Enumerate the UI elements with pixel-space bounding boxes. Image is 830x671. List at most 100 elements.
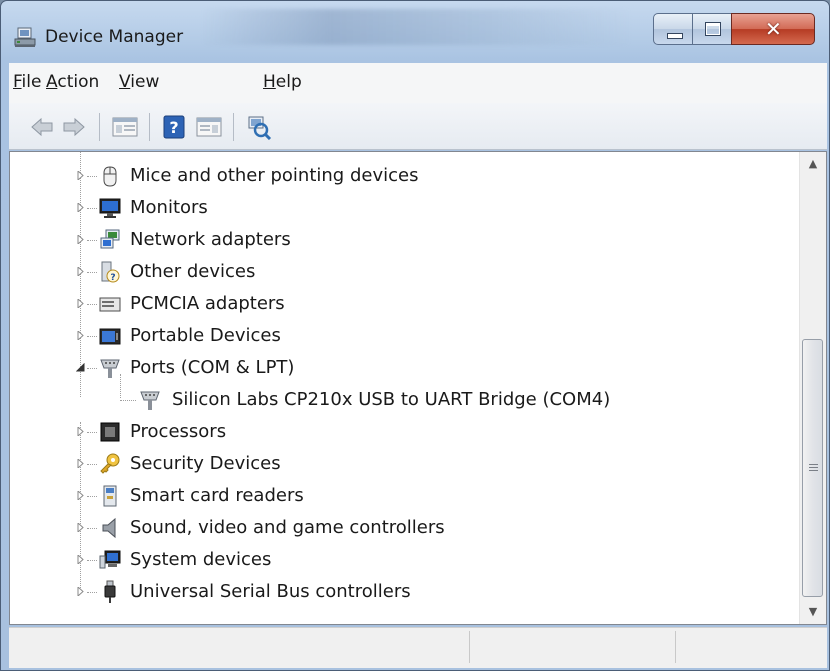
tree-item-label: Mice and other pointing devices bbox=[130, 165, 419, 186]
tree-item-usb-controllers[interactable]: Universal Serial Bus controllers bbox=[10, 577, 790, 607]
security-key-icon bbox=[100, 453, 120, 474]
portable-device-icon bbox=[99, 328, 121, 345]
speaker-icon bbox=[102, 517, 116, 539]
tree-connector bbox=[87, 208, 97, 210]
collapsed-arrow-icon[interactable] bbox=[76, 235, 85, 244]
device-manager-window: Device Manager ✕ File Action View Help ?… bbox=[0, 0, 830, 671]
title-bar[interactable]: Device Manager ✕ bbox=[1, 1, 829, 61]
close-icon: ✕ bbox=[765, 17, 782, 41]
tree-connector bbox=[87, 336, 97, 338]
expanded-arrow-icon[interactable] bbox=[76, 363, 85, 372]
tree-item-pcmcia-adapters[interactable]: PCMCIA adapters bbox=[10, 289, 790, 319]
collapsed-arrow-icon[interactable] bbox=[76, 523, 85, 532]
tree-item-label: Other devices bbox=[130, 261, 256, 282]
tree-connector bbox=[87, 464, 97, 466]
close-button[interactable]: ✕ bbox=[731, 13, 815, 45]
scroll-up-arrow-icon[interactable]: ▲ bbox=[800, 152, 826, 176]
svg-text:?: ? bbox=[169, 118, 178, 137]
collapsed-arrow-icon[interactable] bbox=[76, 299, 85, 308]
processor-icon bbox=[100, 422, 120, 442]
title-bar-glass bbox=[201, 9, 631, 45]
tree-item-portable-devices[interactable]: Portable Devices bbox=[10, 321, 790, 351]
menu-help[interactable]: Help bbox=[263, 72, 302, 92]
tree-item-label: Ports (COM & LPT) bbox=[130, 357, 295, 378]
tree-connector bbox=[87, 432, 97, 434]
tree-connector bbox=[87, 528, 97, 530]
collapsed-arrow-icon[interactable] bbox=[76, 555, 85, 564]
toolbar-separator bbox=[233, 113, 234, 141]
help-icon[interactable]: ? bbox=[161, 114, 187, 140]
properties-pane-icon[interactable] bbox=[195, 114, 223, 140]
show-hide-console-tree-icon[interactable] bbox=[111, 114, 139, 140]
device-tree-pane: Mice and other pointing devices Monitors… bbox=[9, 151, 827, 625]
collapsed-arrow-icon[interactable] bbox=[76, 331, 85, 340]
pcmcia-icon bbox=[99, 297, 121, 312]
maximize-icon bbox=[705, 22, 721, 36]
svg-text:?: ? bbox=[110, 273, 115, 283]
tree-item-monitors[interactable]: Monitors bbox=[10, 193, 790, 223]
collapsed-arrow-icon[interactable] bbox=[76, 267, 85, 276]
tree-connector bbox=[87, 368, 97, 370]
tree-item-label: Network adapters bbox=[130, 229, 291, 250]
status-pane bbox=[469, 631, 676, 663]
tree-item-label: Portable Devices bbox=[130, 325, 281, 346]
tree-item-processors[interactable]: Processors bbox=[10, 417, 790, 447]
menu-help-accel: H bbox=[263, 72, 276, 92]
collapsed-arrow-icon[interactable] bbox=[76, 587, 85, 596]
toolbar-separator bbox=[149, 113, 150, 141]
menu-view-accel: V bbox=[119, 72, 131, 92]
menu-help-label: elp bbox=[275, 72, 302, 92]
menu-file-accel: F bbox=[13, 72, 22, 92]
vertical-scrollbar[interactable]: ▲ ▼ bbox=[799, 152, 826, 624]
tree-connector bbox=[87, 176, 97, 178]
menu-action[interactable]: Action bbox=[46, 72, 99, 92]
menu-bar: File Action View Help bbox=[9, 63, 827, 103]
collapsed-arrow-icon[interactable] bbox=[76, 203, 85, 212]
tree-item-label: System devices bbox=[130, 549, 272, 570]
minimize-icon bbox=[667, 33, 683, 39]
tree-item-label: Universal Serial Bus controllers bbox=[130, 581, 411, 602]
minimize-button[interactable] bbox=[653, 13, 693, 45]
tree-item-label: Silicon Labs CP210x USB to UART Bridge (… bbox=[172, 389, 611, 410]
monitor-icon bbox=[99, 198, 121, 218]
window-title: Device Manager bbox=[45, 27, 184, 47]
scan-hardware-changes-icon[interactable] bbox=[245, 114, 273, 140]
tree-item-system-devices[interactable]: System devices bbox=[10, 545, 790, 575]
tree-item-ports[interactable]: Ports (COM & LPT) bbox=[10, 353, 790, 383]
maximize-button[interactable] bbox=[692, 13, 732, 45]
usb-icon bbox=[104, 580, 116, 603]
menu-view[interactable]: View bbox=[119, 72, 159, 92]
back-arrow-icon[interactable] bbox=[29, 114, 55, 140]
collapsed-arrow-icon[interactable] bbox=[76, 491, 85, 500]
menu-file[interactable]: File bbox=[13, 72, 41, 92]
tree-connector bbox=[87, 240, 97, 242]
toolbar-separator bbox=[99, 113, 100, 141]
scroll-down-arrow-icon[interactable]: ▼ bbox=[800, 600, 826, 624]
forward-arrow-icon[interactable] bbox=[61, 114, 87, 140]
system-device-icon bbox=[99, 550, 121, 569]
tree-connector bbox=[87, 560, 97, 562]
mouse-icon bbox=[103, 166, 117, 187]
tree-item-network-adapters[interactable]: Network adapters bbox=[10, 225, 790, 255]
menu-file-label: ile bbox=[21, 72, 42, 92]
tree-connector bbox=[87, 592, 97, 594]
tree-item-silicon-labs-cp210x[interactable]: Silicon Labs CP210x USB to UART Bridge (… bbox=[10, 385, 790, 415]
collapsed-arrow-icon[interactable] bbox=[76, 171, 85, 180]
device-manager-app-icon bbox=[14, 27, 36, 47]
menu-action-label: ction bbox=[57, 72, 100, 92]
tree-item-label: Processors bbox=[130, 421, 227, 442]
toolbar: ? bbox=[9, 103, 827, 150]
tree-item-sound-video-game[interactable]: Sound, video and game controllers bbox=[10, 513, 790, 543]
tree-item-security-devices[interactable]: Security Devices bbox=[10, 449, 790, 479]
tree-item-label: Monitors bbox=[130, 197, 208, 218]
scrollbar-thumb[interactable] bbox=[802, 339, 823, 597]
tree-item-smart-card-readers[interactable]: Smart card readers bbox=[10, 481, 790, 511]
tree-item-other-devices[interactable]: ? Other devices bbox=[10, 257, 790, 287]
smart-card-reader-icon bbox=[103, 485, 117, 507]
status-pane bbox=[675, 631, 825, 663]
tree-item-label: Sound, video and game controllers bbox=[130, 517, 445, 538]
tree-item-mice[interactable]: Mice and other pointing devices bbox=[10, 161, 790, 191]
collapsed-arrow-icon[interactable] bbox=[76, 427, 85, 436]
status-pane bbox=[9, 631, 470, 663]
collapsed-arrow-icon[interactable] bbox=[76, 459, 85, 468]
